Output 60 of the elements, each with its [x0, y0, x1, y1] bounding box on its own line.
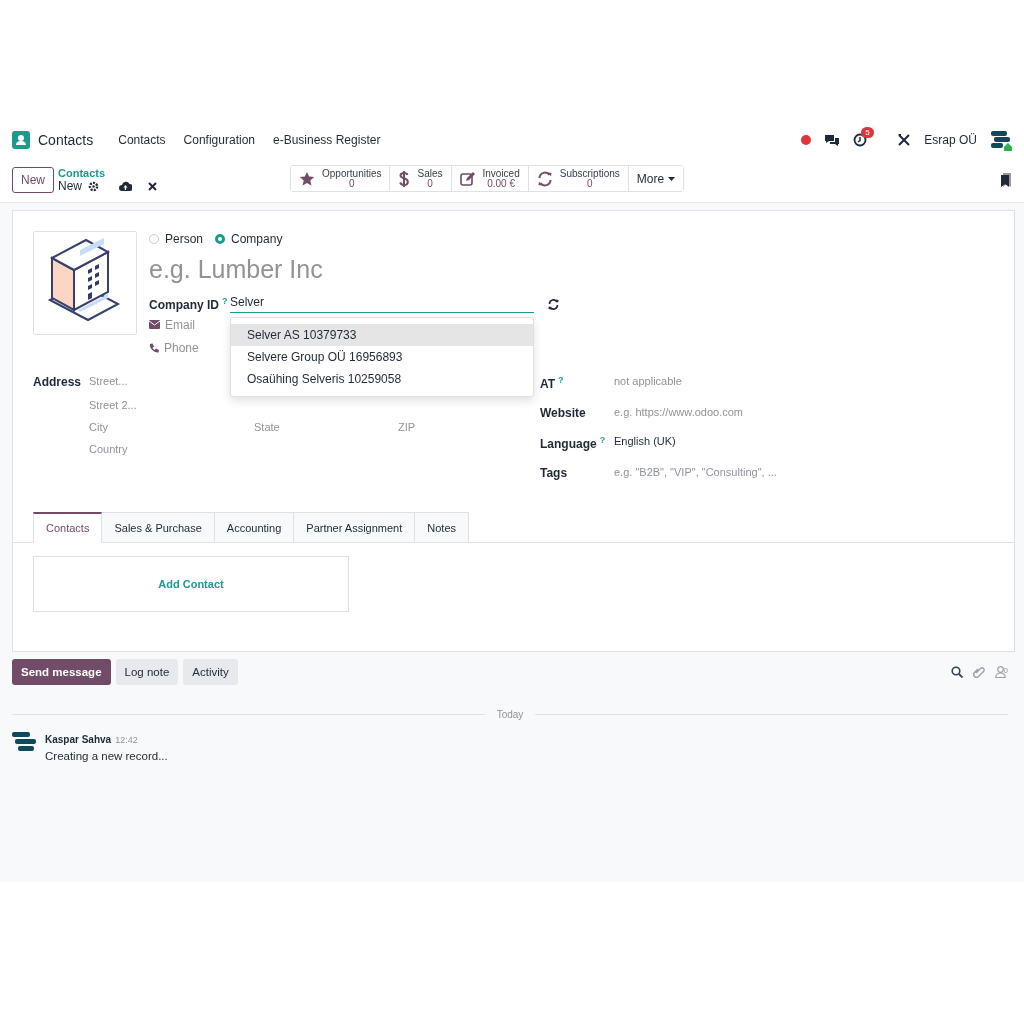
chatter-button[interactable]: Activity [183, 659, 238, 685]
refresh-icon[interactable] [548, 298, 559, 310]
field-label: Website [540, 406, 586, 420]
chat-icon[interactable] [824, 133, 841, 147]
envelope-icon [149, 320, 160, 329]
dollar-icon [398, 169, 411, 188]
bookmark-icon[interactable] [1000, 173, 1012, 187]
radio-label[interactable]: Company [231, 232, 283, 246]
menu-item[interactable]: Contacts [109, 133, 175, 147]
tab[interactable]: Notes [415, 512, 470, 543]
suggestion-item[interactable]: Selvere Group OÜ 16956893 [231, 346, 533, 368]
activity-count-badge: 5 [861, 127, 874, 138]
edit-icon [459, 170, 476, 187]
cloud-upload-icon[interactable] [119, 181, 133, 191]
chatter-button[interactable]: Log note [115, 659, 179, 685]
follower-count: 0 [1003, 666, 1008, 675]
menu-item[interactable]: Configuration [174, 133, 264, 147]
add-contact-link[interactable]: Add Contact [158, 578, 224, 590]
date-divider: Today [496, 709, 524, 720]
field-label: Language [540, 437, 597, 451]
suggestion-item[interactable]: Selver AS 10379733 [231, 324, 533, 346]
app-title[interactable]: Contacts [38, 132, 94, 148]
radio-button[interactable] [215, 234, 226, 244]
new-button[interactable]: New [12, 167, 54, 193]
search-icon[interactable] [950, 666, 963, 678]
company-logo-icon[interactable] [990, 129, 1012, 151]
tab[interactable]: Sales & Purchase [102, 512, 215, 543]
company-id-field[interactable]: Selver [230, 295, 534, 313]
field-label: Address [33, 375, 83, 389]
star-icon [299, 170, 315, 187]
refresh-icon [536, 170, 553, 187]
radio-label[interactable]: Person [165, 232, 204, 246]
tab[interactable]: Accounting [214, 512, 295, 543]
suggestion-item[interactable]: Osaühing Selveris 10259058 [231, 368, 533, 390]
paperclip-icon[interactable] [972, 665, 985, 679]
tab[interactable]: Contacts [33, 512, 103, 543]
phone-icon [149, 342, 159, 353]
smart-button[interactable]: Opportunities 0 [291, 166, 391, 191]
field-label: AT [540, 377, 556, 391]
contacts-app-icon[interactable] [12, 131, 30, 149]
message-time: 12:42 [115, 735, 138, 745]
record-title: New [58, 179, 83, 193]
breadcrumb-link[interactable]: Contacts [58, 167, 278, 179]
tab[interactable]: Partner Assignment [294, 512, 416, 543]
message-text: Creating a new record... [45, 750, 168, 762]
chatter-button[interactable]: Send message [12, 659, 111, 685]
field-label: Tags [540, 466, 568, 480]
help-tooltip[interactable]: ? [558, 375, 564, 385]
help-tooltip[interactable]: ? [599, 435, 606, 445]
menu-item[interactable]: e-Business Register [264, 133, 390, 147]
message-author: Kaspar Sahva [45, 734, 112, 745]
record-dot-icon[interactable] [801, 135, 812, 145]
field-label: Company ID [149, 298, 219, 312]
help-tooltip[interactable]: ? [222, 296, 228, 306]
company-name[interactable]: Esrap OÜ [924, 133, 977, 147]
close-icon[interactable] [148, 181, 158, 191]
caret-icon [668, 176, 676, 181]
input-field[interactable]: English (UK) [614, 435, 834, 451]
clock-icon[interactable] [853, 133, 868, 147]
author-avatar-icon [12, 732, 36, 752]
